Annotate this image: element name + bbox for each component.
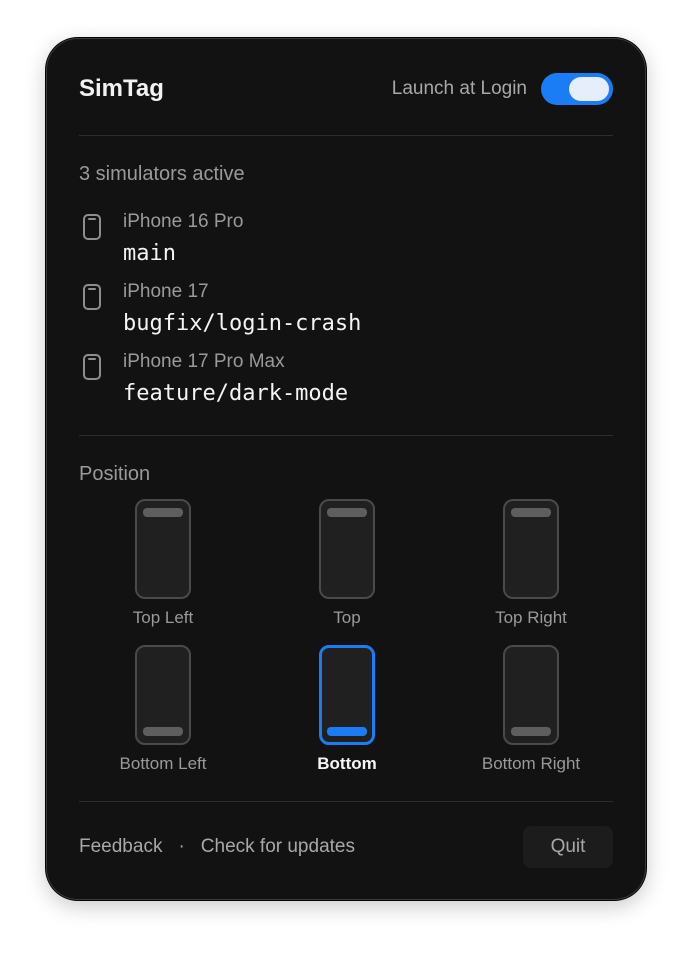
simulator-device-name: iPhone 16 Pro (123, 211, 244, 232)
position-option-top-left[interactable]: Top Left (79, 499, 259, 635)
launch-at-login-label: Launch at Login (391, 78, 527, 99)
phone-preview-icon (135, 645, 191, 745)
position-label: Bottom Left (119, 754, 207, 773)
phone-preview-icon (503, 499, 559, 599)
simulator-device-name: iPhone 17 (123, 281, 209, 302)
position-option-top[interactable]: Top (263, 499, 443, 635)
simulator-branch-name: main (123, 241, 176, 266)
position-option-bottom-left[interactable]: Bottom Left (79, 645, 259, 781)
divider (79, 435, 613, 436)
simulators-count: 3 simulators active (79, 163, 245, 185)
tag-bar (511, 508, 551, 517)
feedback-link[interactable]: Feedback (79, 836, 162, 858)
phone-preview-icon (135, 499, 191, 599)
footer: Feedback · Check for updates Quit (79, 825, 613, 869)
tag-bar (327, 727, 367, 736)
simulator-item: iPhone 17 bugfix/login-crash (79, 281, 613, 351)
phone-icon (83, 284, 101, 310)
simulator-item: iPhone 16 Pro main (79, 211, 613, 281)
position-label: Top Right (495, 608, 567, 627)
phone-preview-icon (503, 645, 559, 745)
launch-at-login-toggle[interactable] (541, 73, 613, 105)
position-label: Bottom Right (481, 754, 581, 773)
tag-bar (327, 508, 367, 517)
footer-separator: · (178, 836, 185, 857)
position-label: Top (333, 608, 361, 627)
phone-icon (83, 354, 101, 380)
simulator-list: iPhone 16 Pro main iPhone 17 bugfix/logi… (79, 211, 613, 421)
position-option-bottom-right[interactable]: Bottom Right (447, 645, 627, 781)
divider (79, 135, 613, 136)
tag-bar (143, 508, 183, 517)
phone-preview-icon (319, 499, 375, 599)
position-heading: Position (79, 463, 151, 485)
simulator-branch-name: bugfix/login-crash (123, 311, 362, 336)
position-label: Top Left (132, 608, 194, 627)
simulator-item: iPhone 17 Pro Max feature/dark-mode (79, 351, 613, 421)
check-for-updates-link[interactable]: Check for updates (201, 836, 355, 858)
position-grid: Top Left Top Top Right Bottom Left Botto… (79, 499, 615, 781)
tag-bar (511, 727, 551, 736)
divider (79, 801, 613, 802)
simtag-menu-panel: SimTag Launch at Login 3 simulators acti… (46, 38, 646, 900)
phone-icon (83, 214, 101, 240)
header: SimTag Launch at Login (79, 71, 613, 107)
position-option-bottom[interactable]: Bottom (263, 645, 443, 781)
toggle-knob (569, 77, 609, 101)
phone-preview-icon (319, 645, 375, 745)
tag-bar (143, 727, 183, 736)
launch-at-login-row: Launch at Login (392, 73, 613, 105)
quit-button[interactable]: Quit (523, 826, 613, 868)
position-option-top-right[interactable]: Top Right (447, 499, 627, 635)
app-title: SimTag (79, 75, 164, 102)
simulator-branch-name: feature/dark-mode (123, 381, 349, 406)
position-label: Bottom (317, 754, 377, 773)
simulator-device-name: iPhone 17 Pro Max (123, 351, 285, 372)
